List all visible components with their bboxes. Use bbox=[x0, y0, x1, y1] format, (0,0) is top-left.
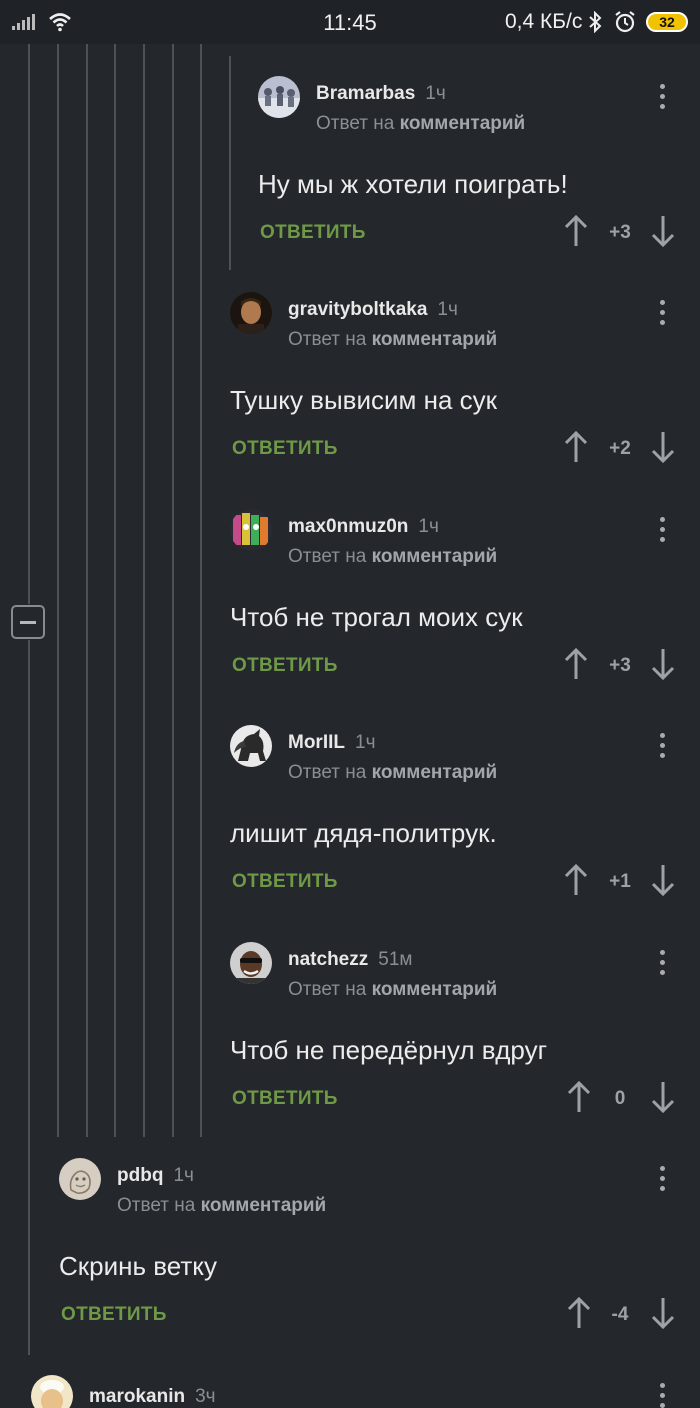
thread-line bbox=[229, 56, 231, 270]
username[interactable]: natchezz 51м bbox=[288, 949, 412, 971]
comment-time: 1ч bbox=[418, 516, 439, 537]
parent-comment-link[interactable]: комментарий bbox=[372, 762, 498, 783]
parent-comment-link[interactable]: комментарий bbox=[400, 113, 526, 134]
reply-info: Ответ на комментарий bbox=[117, 1195, 327, 1216]
comment-time: 1ч bbox=[355, 732, 376, 753]
comment-time: 1ч bbox=[425, 83, 446, 104]
downvote-arrow-icon[interactable] bbox=[650, 647, 676, 681]
network-speed: 0,4 КБ/с bbox=[505, 10, 583, 33]
upvote-arrow-icon[interactable] bbox=[563, 214, 589, 248]
comment-time: 1ч bbox=[173, 1165, 194, 1186]
downvote-arrow-icon[interactable] bbox=[650, 1080, 676, 1114]
avatar[interactable] bbox=[31, 1375, 73, 1408]
downvote-arrow-icon[interactable] bbox=[650, 214, 676, 248]
comment-time: 1ч bbox=[437, 299, 458, 320]
comment: gravityboltkaka 1ч Ответ на комментарий Т… bbox=[230, 292, 700, 472]
comment-time: 51м bbox=[378, 949, 413, 970]
more-options-icon[interactable] bbox=[658, 517, 666, 547]
thread-line bbox=[114, 44, 116, 1137]
username[interactable]: marokanin 3ч bbox=[89, 1386, 216, 1408]
parent-comment-link[interactable]: комментарий bbox=[372, 329, 498, 350]
upvote-arrow-icon[interactable] bbox=[563, 647, 589, 681]
username[interactable]: MorIIL 1ч bbox=[288, 732, 375, 754]
minus-icon bbox=[20, 621, 36, 624]
upvote-arrow-icon[interactable] bbox=[566, 1296, 592, 1330]
reply-info: Ответ на комментарий bbox=[288, 762, 498, 783]
collapse-thread-button[interactable] bbox=[11, 605, 45, 639]
comment: marokanin 3ч bbox=[31, 1375, 700, 1408]
comment-score: +3 bbox=[609, 222, 631, 243]
reply-button[interactable]: ОТВЕТИТЬ bbox=[232, 438, 338, 460]
thread-line bbox=[143, 44, 145, 1137]
alarm-icon bbox=[615, 11, 635, 33]
avatar[interactable] bbox=[230, 942, 272, 984]
status-bar: 11:45 0,4 КБ/с 32 bbox=[0, 0, 700, 44]
comment-score: +1 bbox=[609, 871, 631, 892]
reply-button[interactable]: ОТВЕТИТЬ bbox=[232, 871, 338, 893]
upvote-arrow-icon[interactable] bbox=[563, 430, 589, 464]
battery-icon: 32 bbox=[646, 12, 688, 32]
reply-button[interactable]: ОТВЕТИТЬ bbox=[61, 1304, 167, 1326]
reply-info: Ответ на комментарий bbox=[316, 113, 526, 134]
more-options-icon[interactable] bbox=[658, 84, 666, 114]
reply-button[interactable]: ОТВЕТИТЬ bbox=[232, 655, 338, 677]
avatar[interactable] bbox=[59, 1158, 101, 1200]
comment: max0nmuz0n 1ч Ответ на комментарий Чтоб н… bbox=[230, 509, 700, 689]
avatar[interactable] bbox=[230, 292, 272, 334]
reply-info: Ответ на комментарий bbox=[288, 979, 498, 1000]
comment-text: Скринь ветку bbox=[59, 1251, 217, 1281]
comment-score: +2 bbox=[609, 438, 631, 459]
downvote-arrow-icon[interactable] bbox=[650, 1296, 676, 1330]
parent-comment-link[interactable]: комментарий bbox=[372, 979, 498, 1000]
comment-text: Чтоб не передёрнул вдруг bbox=[230, 1035, 548, 1065]
more-options-icon[interactable] bbox=[658, 733, 666, 763]
comment-score: 0 bbox=[614, 1088, 626, 1109]
upvote-arrow-icon[interactable] bbox=[566, 1080, 592, 1114]
comment: MorIIL 1ч Ответ на комментарий лишит дядя… bbox=[230, 725, 700, 905]
thread-line bbox=[200, 44, 202, 1137]
reply-info: Ответ на комментарий bbox=[288, 546, 498, 567]
downvote-arrow-icon[interactable] bbox=[650, 863, 676, 897]
reply-info: Ответ на комментарий bbox=[288, 329, 498, 350]
comment-score: +3 bbox=[609, 655, 631, 676]
parent-comment-link[interactable]: комментарий bbox=[372, 546, 498, 567]
username[interactable]: Bramarbas 1ч bbox=[316, 83, 446, 105]
more-options-icon[interactable] bbox=[658, 1383, 666, 1408]
more-options-icon[interactable] bbox=[658, 300, 666, 330]
thread-line bbox=[28, 640, 30, 1355]
comment: natchezz 51м Ответ на комментарий Чтоб не… bbox=[230, 942, 700, 1122]
reply-button[interactable]: ОТВЕТИТЬ bbox=[260, 222, 366, 244]
bluetooth-icon bbox=[589, 11, 602, 33]
username[interactable]: pdbq 1ч bbox=[117, 1165, 194, 1187]
comment-text: Тушку вывисим на сук bbox=[230, 385, 498, 415]
avatar[interactable] bbox=[230, 509, 272, 551]
downvote-arrow-icon[interactable] bbox=[650, 430, 676, 464]
avatar[interactable] bbox=[230, 725, 272, 767]
comment-time: 3ч bbox=[195, 1386, 216, 1407]
reply-button[interactable]: ОТВЕТИТЬ bbox=[232, 1088, 338, 1110]
more-options-icon[interactable] bbox=[658, 1166, 666, 1196]
comment-score: -4 bbox=[611, 1304, 629, 1325]
thread-line bbox=[86, 44, 88, 1137]
comment-text: лишит дядя-политрук. bbox=[230, 818, 497, 848]
more-options-icon[interactable] bbox=[658, 950, 666, 980]
comment-text: Чтоб не трогал моих сук bbox=[230, 602, 523, 632]
avatar[interactable] bbox=[258, 76, 300, 118]
username[interactable]: max0nmuz0n 1ч bbox=[288, 516, 439, 538]
comment-text: Ну мы ж хотели поиграть! bbox=[258, 169, 568, 199]
comment: Bramarbas 1ч Ответ на комментарий Ну мы ж… bbox=[258, 76, 700, 256]
thread-line bbox=[172, 44, 174, 1137]
thread-line bbox=[57, 44, 59, 1137]
parent-comment-link[interactable]: комментарий bbox=[201, 1195, 327, 1216]
thread-line bbox=[28, 44, 30, 604]
comment: pdbq 1ч Ответ на комментарий Скринь ветку… bbox=[59, 1158, 700, 1338]
upvote-arrow-icon[interactable] bbox=[563, 863, 589, 897]
username[interactable]: gravityboltkaka 1ч bbox=[288, 299, 458, 321]
